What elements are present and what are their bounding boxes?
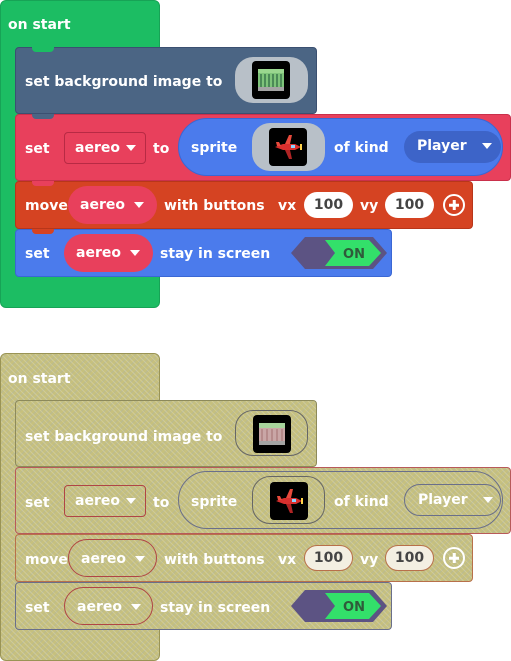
variable-dropdown[interactable]: aereo [64, 587, 153, 625]
background-image-picker[interactable] [235, 410, 308, 456]
chevron-down-icon [130, 250, 140, 256]
sprite-image-picker[interactable] [252, 123, 325, 171]
set-background-label: set background image to [25, 74, 223, 90]
of-kind-label: of kind [334, 494, 389, 510]
stay-in-screen-block[interactable]: set aereo stay in screen ON [15, 229, 392, 277]
variable-value: aereo [76, 245, 121, 261]
variable-value: aereo [75, 493, 120, 509]
variable-value: aereo [75, 140, 120, 156]
sprite-create-block[interactable]: sprite of kind Player [178, 118, 503, 176]
sprite-create-block[interactable]: sprite of kind Player [178, 471, 503, 529]
set-background-block[interactable]: set background image to [15, 400, 317, 467]
to-label: to [153, 495, 170, 511]
expand-plus-icon[interactable] [443, 547, 465, 569]
kind-value: Player [417, 138, 467, 154]
variable-dropdown[interactable]: aereo [64, 132, 146, 164]
vx-value: 100 [313, 550, 344, 566]
vy-label: vy [360, 198, 379, 214]
background-image-picker[interactable] [235, 57, 308, 103]
set-background-label: set background image to [25, 429, 223, 445]
variable-dropdown[interactable]: aereo [68, 186, 157, 224]
set-label: set [25, 495, 50, 511]
on-start-label: on start [8, 371, 71, 387]
variable-value: aereo [81, 551, 126, 567]
of-kind-label: of kind [334, 140, 389, 156]
sprite-image-picker[interactable] [252, 476, 325, 524]
background-image-icon [253, 415, 291, 453]
stay-in-screen-label: stay in screen [160, 246, 271, 262]
set-label: set [25, 246, 50, 262]
expand-plus-icon[interactable] [443, 194, 465, 216]
block-notch [32, 114, 54, 119]
stay-in-screen-block[interactable]: set aereo stay in screen ON [15, 582, 392, 630]
block-notch [32, 229, 54, 234]
block-notch [32, 181, 54, 186]
with-buttons-label: with buttons [164, 552, 265, 568]
chevron-down-icon [126, 498, 136, 504]
kind-dropdown[interactable]: Player [404, 484, 501, 516]
toggle-label: ON [343, 247, 365, 262]
vx-value: 100 [313, 197, 344, 213]
on-toggle[interactable]: ON [291, 589, 387, 623]
vy-input[interactable]: 100 [385, 545, 434, 571]
chevron-down-icon [482, 143, 492, 149]
set-label: set [25, 141, 50, 157]
sprite-label: sprite [191, 140, 238, 156]
move-label: move [25, 198, 68, 214]
chevron-down-icon [131, 604, 141, 610]
vy-value: 100 [394, 550, 425, 566]
to-label: to [153, 141, 170, 157]
stay-in-screen-label: stay in screen [160, 600, 271, 616]
chevron-down-icon [135, 556, 145, 562]
variable-dropdown[interactable]: aereo [64, 485, 146, 517]
vx-label: vx [278, 198, 297, 214]
move-with-buttons-block[interactable]: move aereo with buttons vx 100 vy 100 [15, 534, 473, 582]
with-buttons-label: with buttons [164, 198, 265, 214]
set-sprite-block[interactable]: set aereo to sprite of kind Player [15, 467, 511, 534]
move-label: move [25, 552, 68, 568]
sprite-label: sprite [191, 494, 238, 510]
variable-dropdown[interactable]: aereo [64, 234, 153, 272]
chevron-down-icon [134, 202, 144, 208]
set-label: set [25, 600, 50, 616]
variable-dropdown[interactable]: aereo [68, 539, 157, 577]
airplane-sprite-icon [270, 482, 308, 520]
vx-input[interactable]: 100 [304, 545, 353, 571]
vx-input[interactable]: 100 [304, 192, 353, 218]
kind-value: Player [418, 492, 468, 508]
chevron-down-icon [483, 497, 493, 503]
block-notch [32, 47, 54, 52]
on-start-label: on start [8, 17, 71, 33]
vy-label: vy [360, 552, 379, 568]
vx-label: vx [278, 552, 297, 568]
vy-value: 100 [394, 197, 425, 213]
airplane-sprite-icon [269, 128, 307, 166]
move-with-buttons-block[interactable]: move aereo with buttons vx 100 vy 100 [15, 181, 473, 229]
variable-value: aereo [80, 197, 125, 213]
background-image-icon [252, 61, 290, 99]
set-sprite-block[interactable]: set aereo to sprite of kind Player [15, 114, 511, 181]
variable-value: aereo [77, 599, 122, 615]
toggle-label: ON [343, 600, 365, 615]
set-background-block[interactable]: set background image to [15, 47, 317, 114]
chevron-down-icon [126, 145, 136, 151]
vy-input[interactable]: 100 [385, 192, 434, 218]
kind-dropdown[interactable]: Player [404, 131, 501, 163]
on-toggle[interactable]: ON [291, 236, 387, 270]
